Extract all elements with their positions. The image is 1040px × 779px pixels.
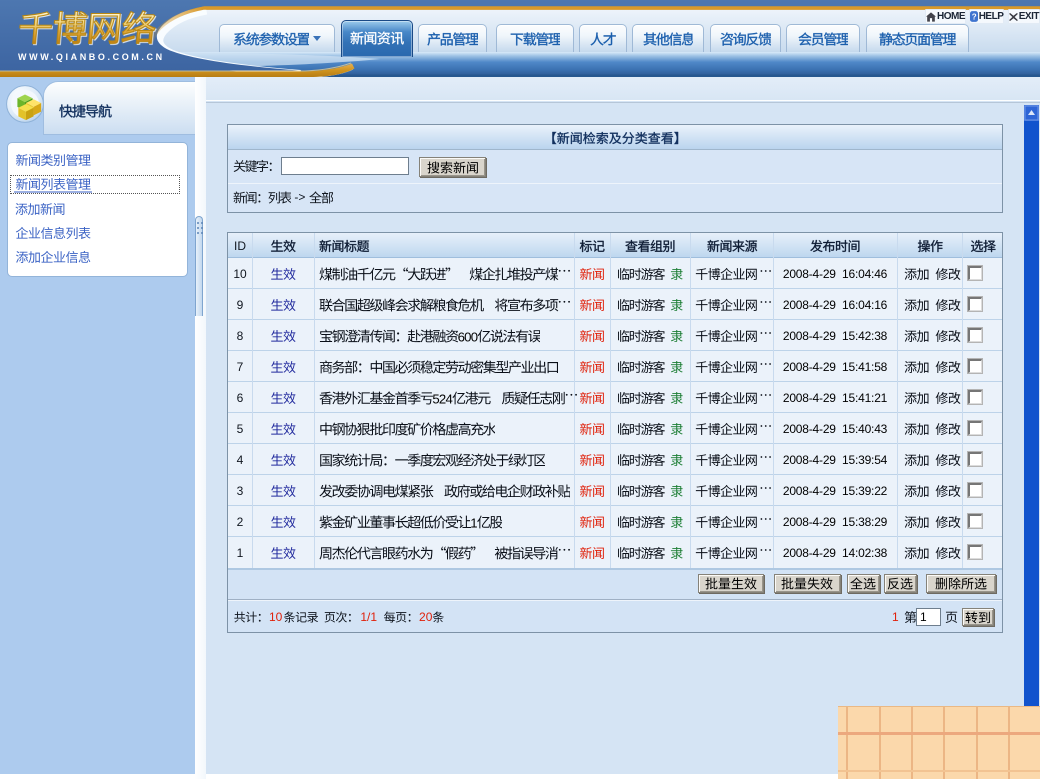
svg-text:6: 6	[457, 329, 464, 343]
svg-text:1: 1	[470, 515, 477, 529]
svg-text:5: 5	[432, 391, 439, 405]
svg-text:?: ?	[971, 13, 976, 22]
svg-text:2: 2	[438, 391, 445, 405]
svg-text:0: 0	[464, 329, 471, 343]
svg-text:0: 0	[470, 329, 477, 343]
svg-text:4: 4	[445, 391, 452, 405]
